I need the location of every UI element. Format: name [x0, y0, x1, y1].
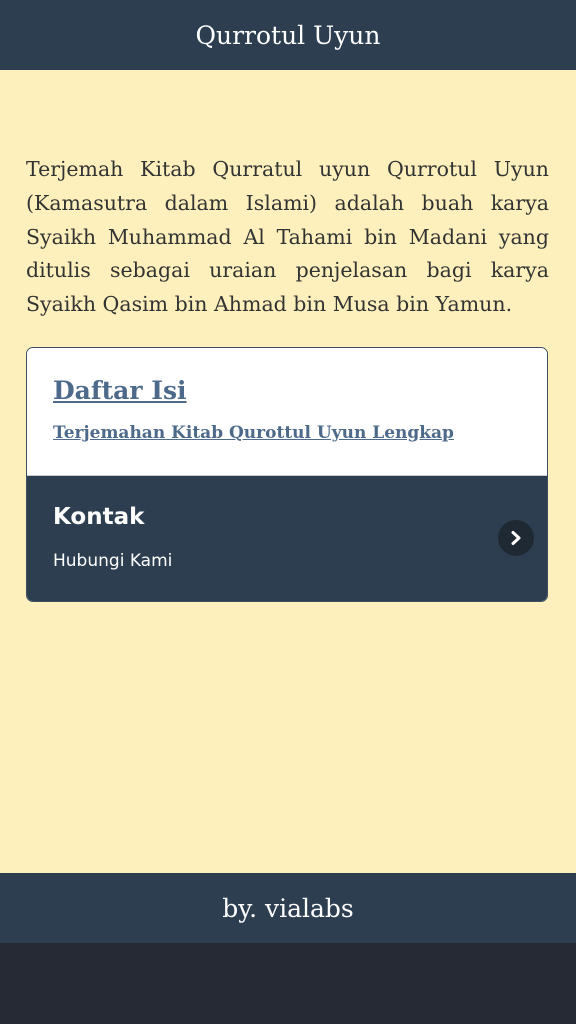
intro-paragraph: Terjemah Kitab Qurratul uyun Qurrotul Uy… [26, 157, 549, 317]
table-of-contents-title-link[interactable]: Daftar Isi [53, 376, 187, 405]
chevron-right-icon-glyph [511, 531, 521, 545]
chevron-right-icon[interactable] [498, 520, 534, 556]
table-of-contents-section: Daftar Isi Terjemahan Kitab Qurottul Uyu… [27, 348, 547, 476]
app-title: Qurrotul Uyun [195, 20, 381, 50]
footer-credit: by. vialabs [222, 893, 354, 923]
app-screen: Qurrotul Uyun Terjemah Kitab Qurratul uy… [0, 0, 576, 1024]
contact-subtitle: Hubungi Kami [53, 551, 173, 571]
contact-item[interactable]: Kontak Hubungi Kami [27, 476, 547, 601]
menu-card: Daftar Isi Terjemahan Kitab Qurottul Uyu… [26, 347, 548, 602]
footer-bar: by. vialabs [0, 873, 576, 943]
main-content[interactable]: Terjemah Kitab Qurratul uyun Qurrotul Uy… [0, 70, 576, 873]
contact-title: Kontak [53, 504, 145, 530]
system-navigation-area [0, 943, 576, 1024]
top-app-bar: Qurrotul Uyun [0, 0, 576, 70]
full-translation-link[interactable]: Terjemahan Kitab Qurottul Uyun Lengkap [53, 423, 454, 443]
